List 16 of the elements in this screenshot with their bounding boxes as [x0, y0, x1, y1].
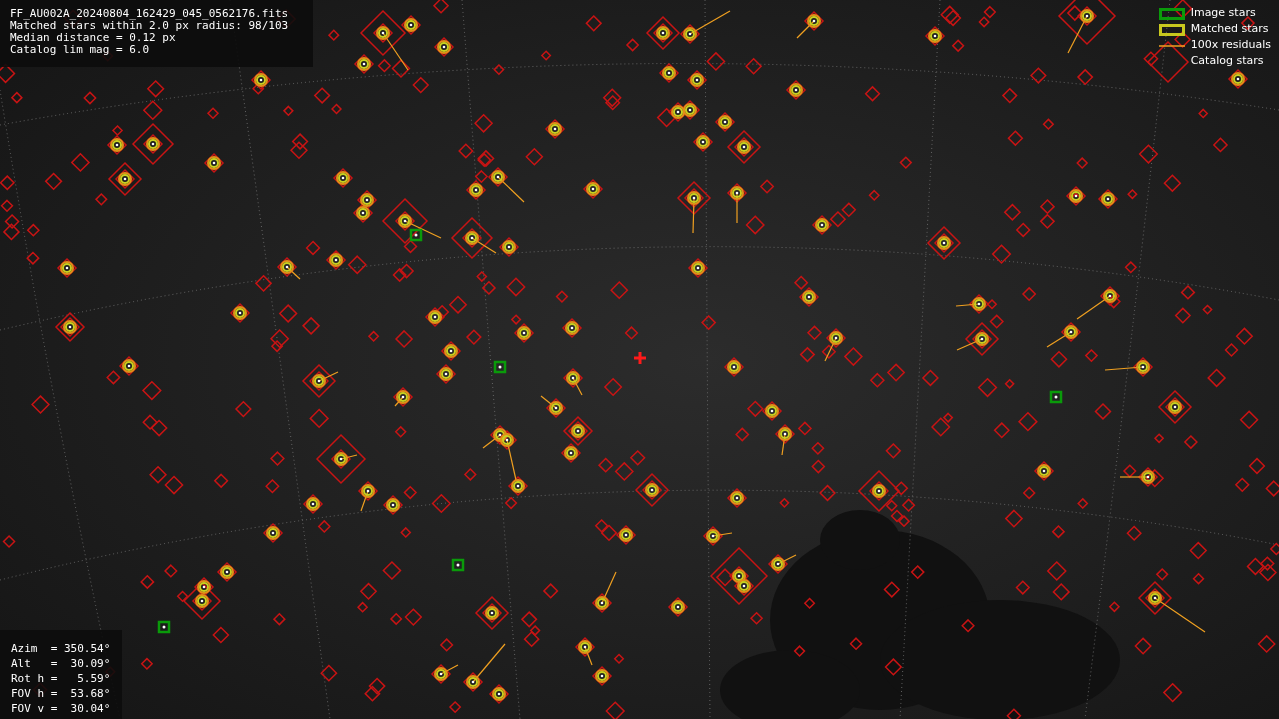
matched-star-marker-icon	[1158, 23, 1185, 36]
pointing-text: FOV h = 53.68°	[11, 686, 111, 701]
info-text: FF_AU002A_20240804_162429_045_0562176.fits	[10, 8, 290, 20]
legend-label: Image stars	[1190, 5, 1256, 22]
legend-label: Matched stars	[1190, 21, 1269, 38]
legend-label: 100x residuals	[1190, 37, 1271, 54]
image-star-marker-icon	[1158, 7, 1185, 20]
pointing-text: Alt = 30.09°	[11, 656, 111, 671]
pointing-text: FOV v = 30.04°	[11, 701, 111, 716]
pointing-text: Azim = 350.54°	[11, 641, 111, 656]
pointing-text: Rot h = 5.59°	[11, 671, 111, 686]
residual-line-icon	[1158, 44, 1185, 47]
info-text: Matched stars within 2.0 px radius: 98/103	[10, 20, 290, 32]
info-text: Catalog lim mag = 6.0	[10, 44, 151, 56]
legend-label: Catalog stars	[1190, 53, 1264, 70]
info-text: Median distance = 0.12 px	[10, 32, 177, 44]
